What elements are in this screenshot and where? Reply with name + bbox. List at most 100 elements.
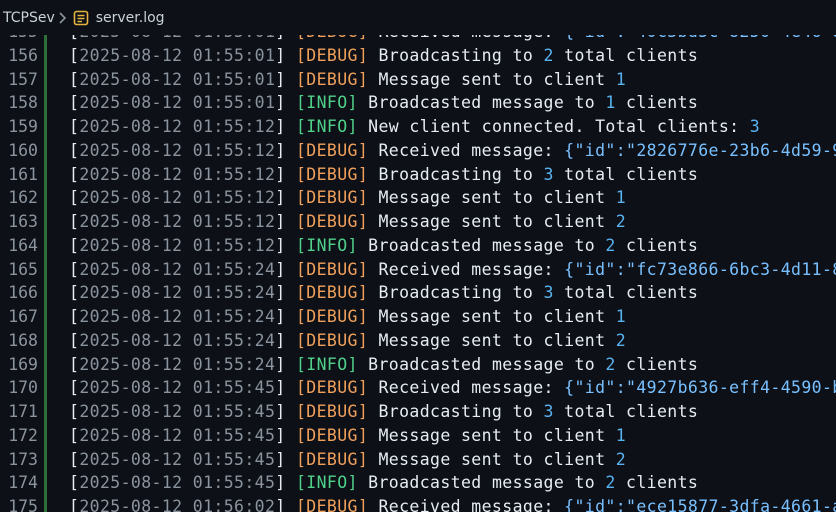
log-timestamp: 2025-08-12 01:55:12 (79, 235, 276, 255)
log-line: 163 [2025-08-12 01:55:12] [DEBUG] Message… (0, 210, 836, 234)
bracket-open: [ (69, 378, 80, 398)
log-level: INFO (306, 354, 348, 374)
log-line-content: [2025-08-12 01:55:12] [DEBUG] Message se… (69, 186, 626, 210)
level-bracket-close: ] (357, 69, 379, 89)
log-timestamp: 2025-08-12 01:55:12 (79, 140, 276, 160)
log-line-content: [2025-08-12 01:55:24] [DEBUG] Received m… (69, 258, 836, 282)
log-level: DEBUG (306, 425, 358, 445)
log-level: DEBUG (306, 69, 358, 89)
bracket-open: [ (69, 330, 80, 350)
bracket-close: ] (275, 402, 296, 421)
gutter-modified-marker (44, 115, 47, 139)
log-line: 164 [2025-08-12 01:55:12] [INFO] Broadcas… (0, 233, 836, 258)
line-number: 172 (8, 425, 38, 445)
bracket-close: ] (275, 425, 296, 445)
bracket-close: ] (275, 93, 296, 113)
level-bracket-open: [ (295, 164, 307, 184)
log-timestamp: 2025-08-12 01:55:01 (79, 69, 276, 89)
log-json-payload: {"id":"2826776e-23b6-4d59-99d2-4 (564, 140, 836, 160)
bracket-open: [ (69, 188, 80, 208)
log-line: 172 [2025-08-12 01:55:45] [DEBUG] Message… (0, 423, 836, 448)
log-line-content: [2025-08-12 01:55:24] [DEBUG] Message se… (69, 305, 626, 329)
log-message: Broadcasted message to (368, 354, 606, 374)
log-line-content: [2025-08-12 01:55:12] [INFO] Broadcasted… (69, 234, 698, 258)
level-bracket-close: ] (357, 140, 379, 160)
level-bracket-close: ] (347, 117, 369, 136)
log-message: Broadcasting to (378, 402, 544, 421)
log-line-content: [2025-08-12 01:55:45] [INFO] Broadcasted… (69, 471, 698, 495)
bracket-close: ] (275, 140, 296, 160)
log-level: INFO (306, 473, 348, 493)
log-message: Received message: (378, 378, 565, 398)
log-number: 3 (749, 117, 761, 136)
log-level: DEBUG (306, 164, 358, 184)
log-line: 173 [2025-08-12 01:55:45] [DEBUG] Message… (0, 447, 836, 472)
log-message: Broadcasted message to (368, 93, 606, 113)
log-line: 171 [2025-08-12 01:55:45] [DEBUG] Broadca… (0, 400, 836, 424)
log-message-tail: clients (615, 93, 699, 113)
log-level: DEBUG (306, 449, 358, 469)
line-number: 165 (8, 259, 38, 279)
level-bracket-open: [ (295, 425, 307, 445)
editor-pane[interactable]: 155[2025-08-12 01:55:01] [DEBUG] Receive… (0, 0, 836, 512)
level-bracket-close: ] (357, 259, 379, 279)
log-timestamp: 2025-08-12 01:55:45 (79, 473, 276, 493)
log-number: 3 (543, 164, 554, 184)
log-message: Message sent to client (378, 69, 616, 89)
level-bracket-close: ] (347, 235, 369, 255)
line-number: 175 (8, 497, 38, 512)
gutter-modified-marker (44, 471, 47, 495)
line-number: 157 (8, 69, 38, 89)
log-timestamp: 2025-08-12 01:55:24 (79, 354, 276, 374)
line-number: 170 (8, 378, 38, 398)
log-line-content: [2025-08-12 01:55:45] [DEBUG] Message se… (69, 448, 626, 472)
log-line: 160 [2025-08-12 01:55:12] [DEBUG] Receive… (0, 138, 836, 163)
bracket-close: ] (275, 45, 296, 65)
log-line: 165 [2025-08-12 01:55:24] [DEBUG] Receive… (0, 257, 836, 282)
log-level: DEBUG (306, 140, 358, 160)
chevron-right-icon (58, 11, 68, 25)
level-bracket-open: [ (295, 235, 307, 255)
bracket-open: [ (69, 307, 80, 326)
breadcrumb-file[interactable]: server.log (96, 10, 165, 26)
log-message-tail: total clients (553, 164, 699, 184)
log-line-content: [2025-08-12 01:55:12] [DEBUG] Message se… (69, 210, 626, 234)
log-level: DEBUG (306, 188, 358, 208)
log-line: 159 [2025-08-12 01:55:12] [INFO] New clie… (0, 115, 836, 139)
log-line: 175 [2025-08-12 01:56:02] [DEBUG] Receive… (0, 495, 836, 512)
log-json-payload: {"id":"ece15877-3dfa-4661-a196-7 (564, 497, 836, 512)
gutter-modified-marker (44, 91, 47, 115)
log-line-content: [2025-08-12 01:55:01] [DEBUG] Broadcasti… (69, 44, 698, 68)
log-message: Broadcasting to (378, 45, 544, 65)
gutter-modified-marker (44, 328, 47, 353)
level-bracket-open: [ (295, 140, 307, 160)
level-bracket-open: [ (295, 212, 307, 231)
gutter-modified-marker (44, 162, 47, 187)
bracket-open: [ (69, 93, 80, 113)
level-bracket-open: [ (295, 497, 307, 512)
log-timestamp: 2025-08-12 01:55:45 (79, 449, 276, 469)
log-level: DEBUG (306, 212, 358, 231)
bracket-close: ] (275, 283, 296, 303)
log-timestamp: 2025-08-12 01:55:45 (79, 402, 276, 421)
log-number: 2 (543, 45, 554, 65)
log-message: Broadcasting to (378, 283, 544, 303)
log-line-content: [2025-08-12 01:55:01] [INFO] Broadcasted… (69, 91, 698, 115)
log-number: 2 (615, 212, 627, 231)
log-message-tail: clients (615, 235, 699, 255)
log-line: 161 [2025-08-12 01:55:12] [DEBUG] Broadca… (0, 162, 836, 187)
log-number: 3 (543, 402, 554, 421)
log-level: DEBUG (306, 259, 358, 279)
log-timestamp: 2025-08-12 01:55:01 (79, 45, 276, 65)
breadcrumb-folder[interactable]: TCPSev (3, 10, 55, 26)
gutter-modified-marker (44, 233, 47, 258)
log-message: New client connected. Total clients: (368, 117, 750, 136)
bracket-open: [ (69, 259, 80, 279)
bracket-close: ] (275, 164, 296, 184)
line-number: 166 (8, 283, 38, 303)
gutter-modified-marker (44, 352, 47, 377)
file-text-icon (72, 9, 90, 27)
bracket-close: ] (275, 330, 296, 350)
level-bracket-open: [ (295, 259, 307, 279)
level-bracket-open: [ (295, 402, 307, 421)
